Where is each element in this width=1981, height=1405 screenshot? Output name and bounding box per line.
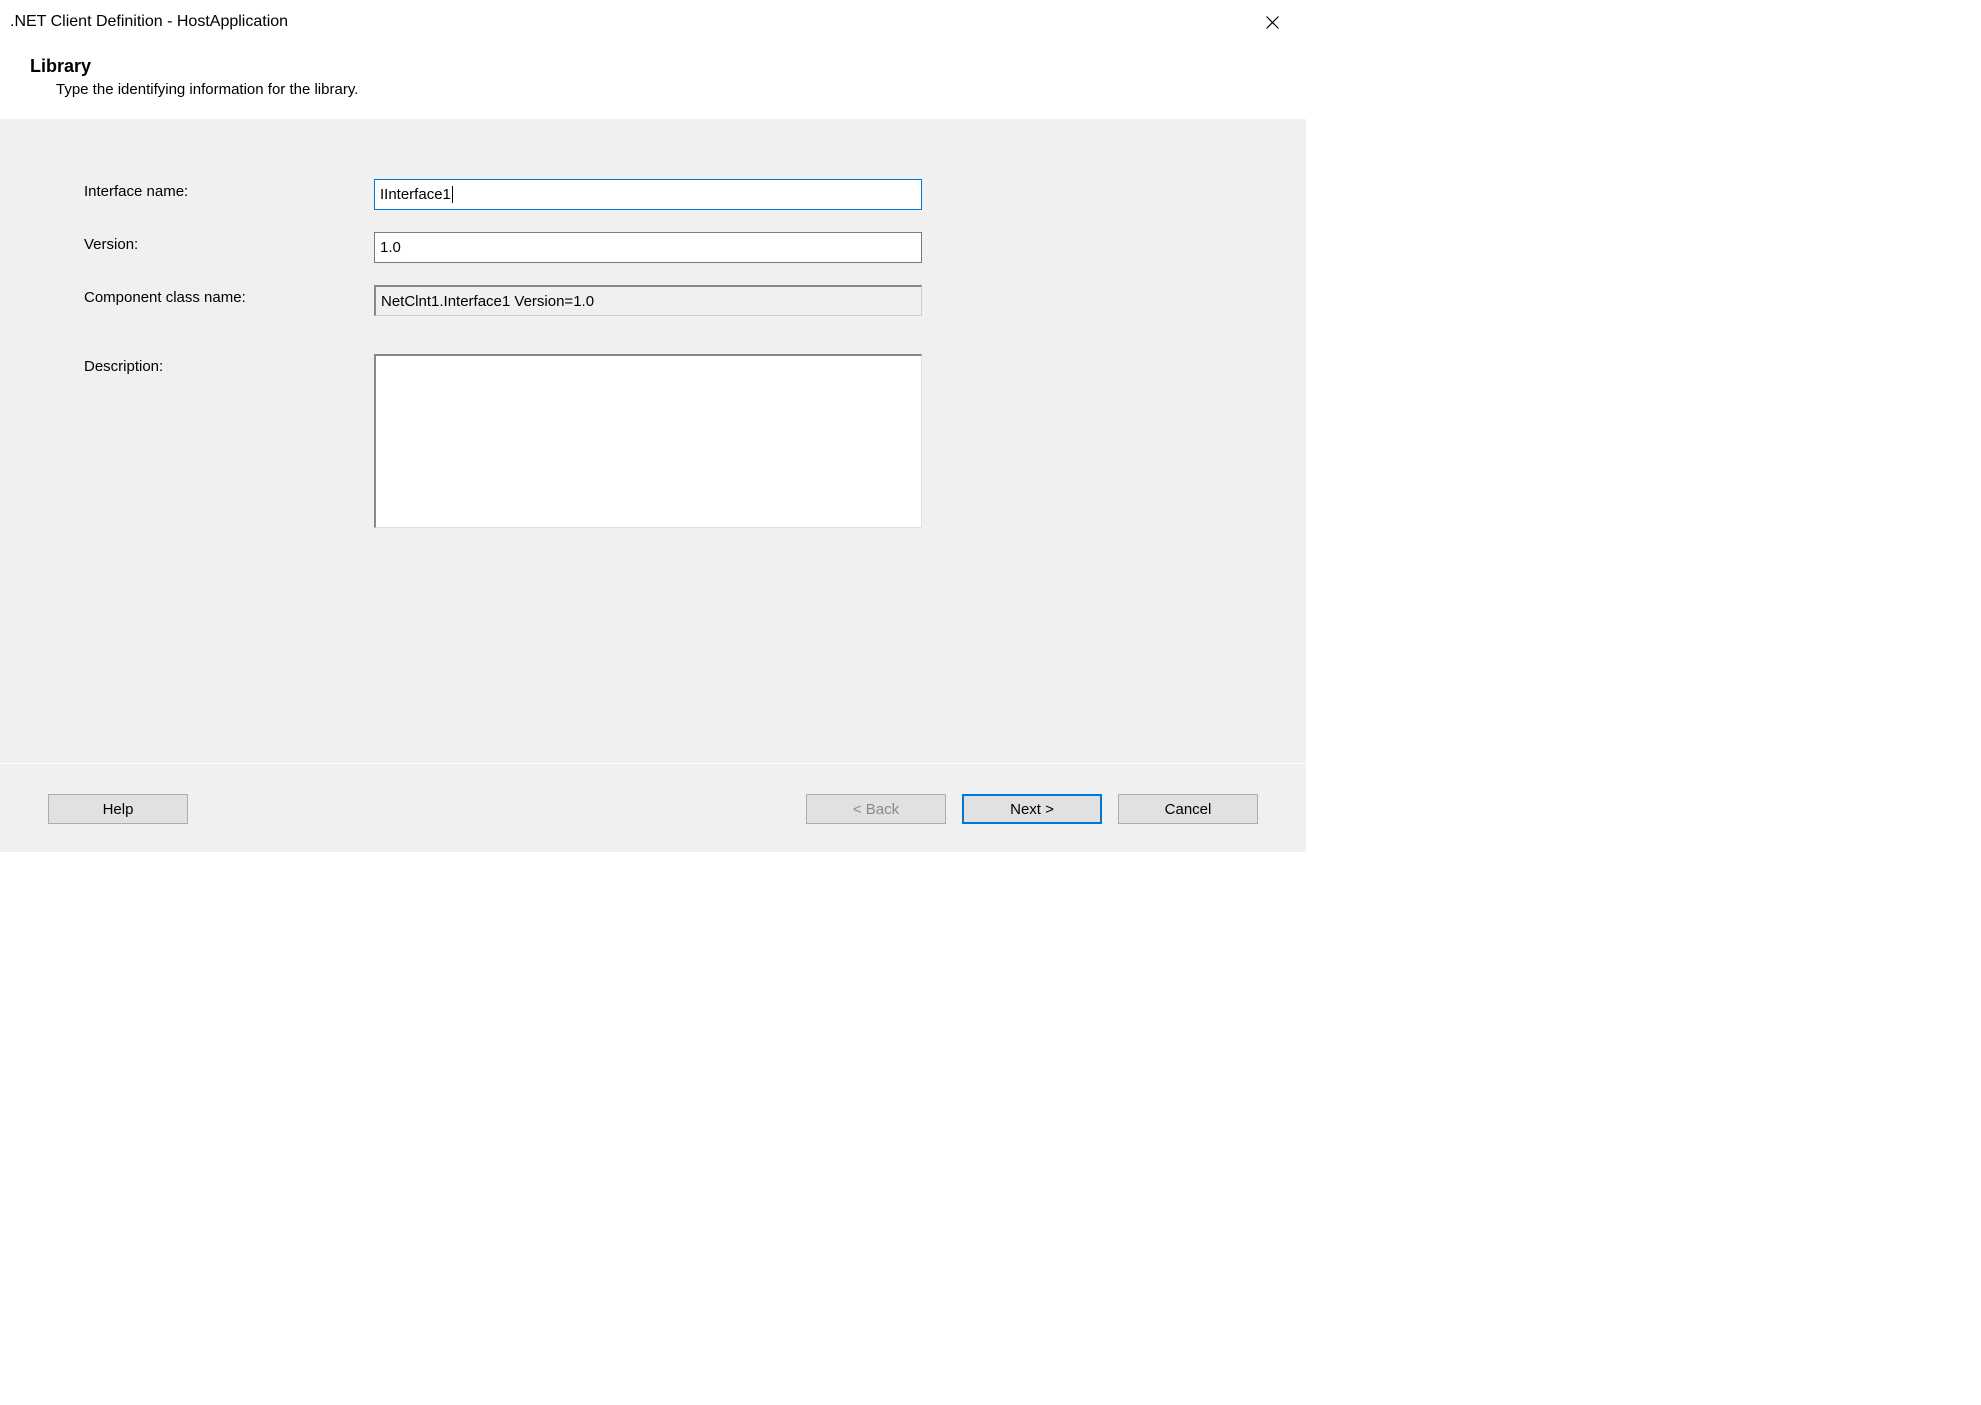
window-title: .NET Client Definition - HostApplication [10, 13, 288, 31]
back-button: < Back [806, 794, 946, 824]
page-title: Library [30, 56, 1276, 77]
next-button[interactable]: Next > [962, 794, 1102, 824]
description-label: Description: [84, 354, 374, 375]
close-icon [1266, 16, 1279, 29]
wizard-header: Library Type the identifying information… [0, 44, 1306, 118]
page-subtitle: Type the identifying information for the… [56, 81, 1276, 98]
description-input[interactable] [374, 354, 922, 528]
cancel-button[interactable]: Cancel [1118, 794, 1258, 824]
version-input[interactable] [374, 232, 922, 263]
component-class-name-row: Component class name: NetClnt1.Interface… [84, 285, 1236, 316]
interface-name-label: Interface name: [84, 179, 374, 200]
title-bar: .NET Client Definition - HostApplication [0, 0, 1306, 44]
interface-name-input[interactable]: IInterface1 [374, 179, 922, 210]
wizard-footer: Help < Back Next > Cancel [0, 764, 1306, 852]
close-button[interactable] [1250, 0, 1294, 44]
interface-name-row: Interface name: IInterface1 [84, 179, 1236, 210]
component-class-name-display: NetClnt1.Interface1 Version=1.0 [374, 285, 922, 316]
version-label: Version: [84, 232, 374, 253]
text-caret [452, 186, 453, 203]
description-row: Description: [84, 354, 1236, 528]
help-button[interactable]: Help [48, 794, 188, 824]
version-row: Version: [84, 232, 1236, 263]
component-class-name-label: Component class name: [84, 285, 374, 306]
form-content: Interface name: IInterface1 Version: Com… [0, 119, 1306, 763]
